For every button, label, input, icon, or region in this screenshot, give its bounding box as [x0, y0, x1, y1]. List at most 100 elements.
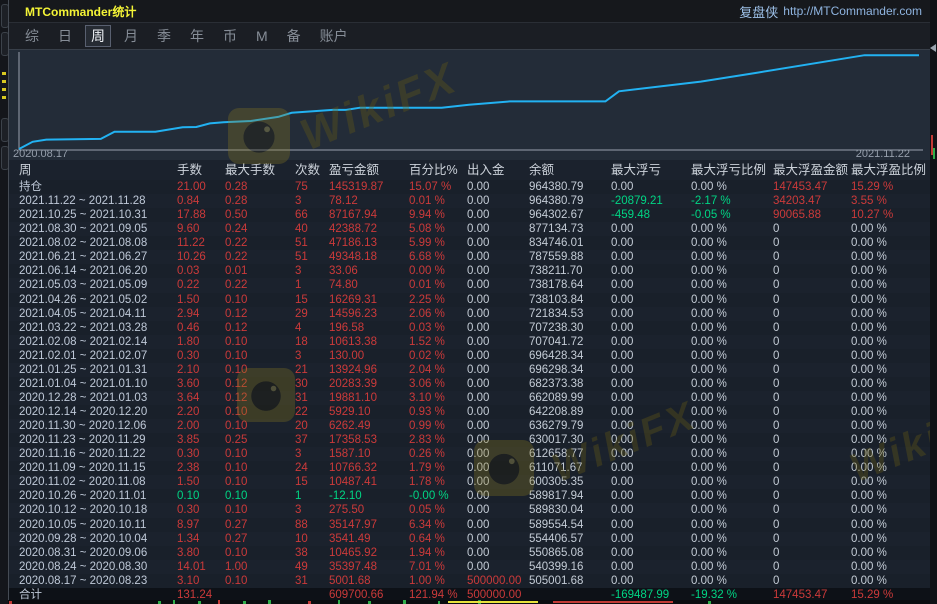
menu-item-9[interactable]: 账户: [314, 25, 354, 47]
column-header[interactable]: 最大浮亏: [611, 160, 691, 180]
table-row[interactable]: 持仓21.000.2875145319.8715.07 %0.00964380.…: [9, 180, 930, 194]
table-cell: -2.17 %: [691, 194, 773, 208]
menu-item-4[interactable]: 季: [151, 25, 177, 47]
wikifx-watermark-logo: [228, 108, 290, 164]
table-cell: 0.00: [467, 349, 529, 363]
table-row[interactable]: 2021.11.22 ~ 2021.11.280.840.28378.120.0…: [9, 194, 930, 208]
table-row[interactable]: 2020.09.28 ~ 2020.10.041.340.27103541.49…: [9, 532, 930, 546]
column-header[interactable]: 盈亏金额: [329, 160, 409, 180]
table-cell: 0.00: [467, 335, 529, 349]
table-cell: 0.22: [225, 236, 295, 250]
table-cell: 78.12: [329, 194, 409, 208]
table-cell: 0.00 %: [851, 307, 930, 321]
table-cell: 1587.10: [329, 447, 409, 461]
menu-item-0[interactable]: 综: [19, 25, 45, 47]
table-cell: 738211.70: [529, 264, 611, 278]
table-cell: 0.00 %: [691, 222, 773, 236]
brand-url-link[interactable]: http://MTCommander.com: [783, 4, 922, 18]
table-cell: 5929.10: [329, 405, 409, 419]
table-row[interactable]: 2020.10.12 ~ 2020.10.180.300.103275.500.…: [9, 503, 930, 517]
table-row[interactable]: 2020.11.30 ~ 2020.12.062.000.10206262.49…: [9, 419, 930, 433]
table-cell: 5001.68: [329, 574, 409, 588]
table-cell: -0.05 %: [691, 208, 773, 222]
table-cell: 0.00: [467, 546, 529, 560]
table-cell: 0.00 %: [691, 532, 773, 546]
table-cell: 0: [773, 278, 851, 292]
table-row[interactable]: 2021.06.14 ~ 2021.06.200.030.01333.060.0…: [9, 264, 930, 278]
table-cell: 1.00 %: [409, 574, 467, 588]
table-cell: 612658.77: [529, 447, 611, 461]
table-cell: 2020.12.14 ~ 2020.12.20: [19, 405, 177, 419]
table-cell: 0.00 %: [851, 250, 930, 264]
table-row[interactable]: 2021.02.08 ~ 2021.02.141.800.101810613.3…: [9, 335, 930, 349]
table-cell: 74.80: [329, 278, 409, 292]
table-cell: 0.00 %: [851, 419, 930, 433]
column-header[interactable]: 最大浮盈比例: [851, 160, 930, 180]
column-header[interactable]: 手数: [177, 160, 225, 180]
menu-item-7[interactable]: M: [250, 27, 274, 45]
table-row[interactable]: 2020.11.02 ~ 2020.11.081.500.101510487.4…: [9, 475, 930, 489]
table-row[interactable]: 2020.08.31 ~ 2020.09.063.800.103810465.9…: [9, 546, 930, 560]
table-row[interactable]: 2020.12.28 ~ 2021.01.033.640.123119881.1…: [9, 391, 930, 405]
background-window-right-edge: [930, 0, 937, 604]
menu-item-1[interactable]: 日: [52, 25, 78, 47]
table-row[interactable]: 2021.01.04 ~ 2021.01.103.600.123020283.3…: [9, 377, 930, 391]
table-cell: 589830.04: [529, 503, 611, 517]
table-row[interactable]: 2021.01.25 ~ 2021.01.312.100.102113924.9…: [9, 363, 930, 377]
table-cell: 15: [295, 293, 329, 307]
table-row[interactable]: 2021.05.03 ~ 2021.05.090.220.22174.800.0…: [9, 278, 930, 292]
table-cell: 0: [773, 321, 851, 335]
column-header[interactable]: 次数: [295, 160, 329, 180]
table-cell: 2020.11.02 ~ 2020.11.08: [19, 475, 177, 489]
table-cell: 0.00 %: [691, 433, 773, 447]
table-cell: 14596.23: [329, 307, 409, 321]
table-row[interactable]: 2020.11.23 ~ 2020.11.293.850.253717358.5…: [9, 433, 930, 447]
table-row[interactable]: 2020.12.14 ~ 2020.12.202.200.10225929.10…: [9, 405, 930, 419]
table-cell: 0.00 %: [851, 405, 930, 419]
table-cell: 0.26 %: [409, 447, 467, 461]
column-header[interactable]: 最大浮盈金额: [773, 160, 851, 180]
table-cell: 0: [773, 503, 851, 517]
table-row[interactable]: 2021.04.05 ~ 2021.04.112.940.122914596.2…: [9, 307, 930, 321]
table-cell: 0.00: [467, 419, 529, 433]
table-cell: 0.00: [467, 180, 529, 194]
table-cell: 0: [773, 518, 851, 532]
table-cell: 0.10: [225, 335, 295, 349]
menu-item-5[interactable]: 年: [184, 25, 210, 47]
table-cell: 0.84: [177, 194, 225, 208]
table-row[interactable]: 2021.04.26 ~ 2021.05.021.500.101516269.3…: [9, 293, 930, 307]
column-header[interactable]: 周: [19, 160, 177, 180]
table-cell: 47186.13: [329, 236, 409, 250]
table-row[interactable]: 2020.08.17 ~ 2020.08.233.100.10315001.68…: [9, 574, 930, 588]
column-header[interactable]: 百分比%: [409, 160, 467, 180]
menu-item-8[interactable]: 备: [281, 25, 307, 47]
table-cell: 0.00: [611, 321, 691, 335]
table-cell: 964380.79: [529, 194, 611, 208]
table-cell: 0.00 %: [691, 475, 773, 489]
table-row[interactable]: 2020.11.16 ~ 2020.11.220.300.1031587.100…: [9, 447, 930, 461]
table-cell: 0.00 %: [851, 391, 930, 405]
table-cell: 10766.32: [329, 461, 409, 475]
table-row[interactable]: 2021.10.25 ~ 2021.10.3117.880.506687167.…: [9, 208, 930, 222]
table-cell: 5.99 %: [409, 236, 467, 250]
menu-item-3[interactable]: 月: [118, 25, 144, 47]
background-window-bottom-edge: [8, 600, 930, 604]
column-header[interactable]: 出入金: [467, 160, 529, 180]
column-header[interactable]: 最大浮亏比例: [691, 160, 773, 180]
table-row[interactable]: 2021.02.01 ~ 2021.02.070.300.103130.000.…: [9, 349, 930, 363]
table-cell: 2020.10.05 ~ 2020.10.11: [19, 518, 177, 532]
menu-item-6[interactable]: 币: [217, 25, 243, 47]
table-row[interactable]: 2020.10.05 ~ 2020.10.118.970.278835147.9…: [9, 518, 930, 532]
table-cell: 88: [295, 518, 329, 532]
table-cell: 1.78 %: [409, 475, 467, 489]
table-row[interactable]: 2020.08.24 ~ 2020.08.3014.011.004935397.…: [9, 560, 930, 574]
table-row[interactable]: 2020.11.09 ~ 2020.11.152.380.102410766.3…: [9, 461, 930, 475]
table-row[interactable]: 2021.08.02 ~ 2021.08.0811.220.225147186.…: [9, 236, 930, 250]
table-row[interactable]: 2021.03.22 ~ 2021.03.280.460.124196.580.…: [9, 321, 930, 335]
table-row[interactable]: 2021.08.30 ~ 2021.09.059.600.244042388.7…: [9, 222, 930, 236]
menu-item-2[interactable]: 周: [85, 25, 111, 47]
table-row[interactable]: 2020.10.26 ~ 2020.11.010.100.101-12.10-0…: [9, 489, 930, 503]
table-header-row: 周手数最大手数次数盈亏金额百分比%出入金余额最大浮亏最大浮亏比例最大浮盈金额最大…: [9, 160, 930, 180]
column-header[interactable]: 余额: [529, 160, 611, 180]
table-row[interactable]: 2021.06.21 ~ 2021.06.2710.260.225149348.…: [9, 250, 930, 264]
